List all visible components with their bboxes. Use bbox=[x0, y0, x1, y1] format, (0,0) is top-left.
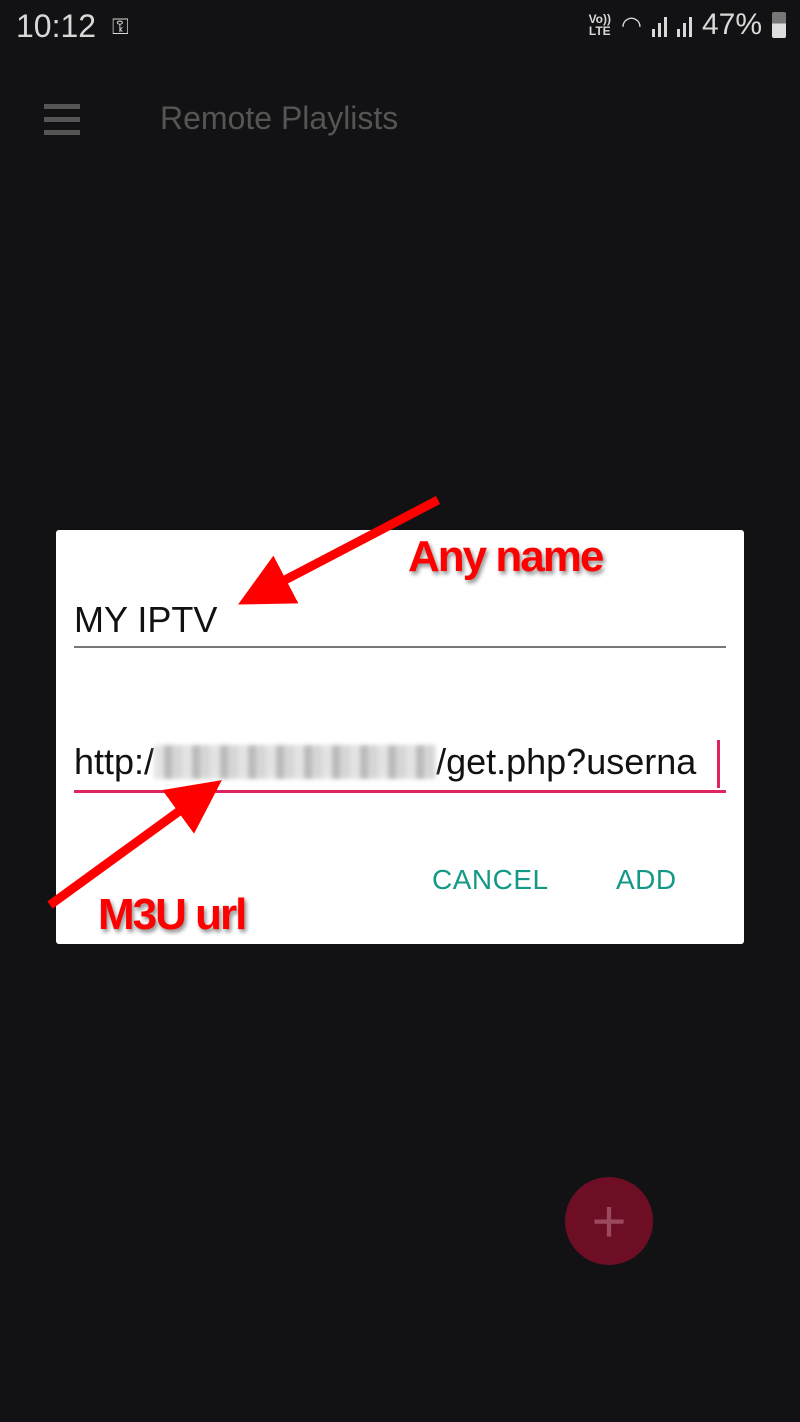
add-playlist-fab[interactable]: + bbox=[565, 1177, 653, 1265]
annotation-arrows bbox=[47, 496, 441, 909]
annotation-any-name: Any name bbox=[408, 532, 604, 581]
plus-icon: + bbox=[591, 1187, 627, 1255]
annotation-m3u-url: M3U url bbox=[98, 890, 247, 939]
arrow-to-url bbox=[47, 780, 222, 909]
